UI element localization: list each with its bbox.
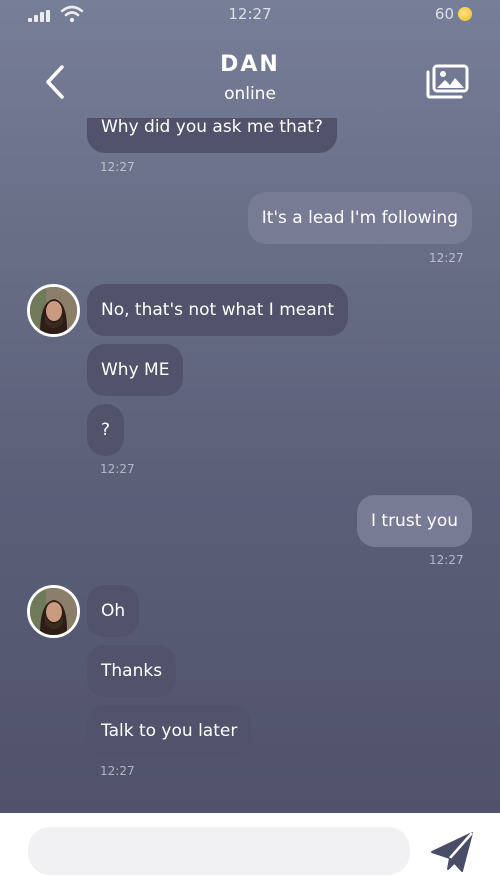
message-bubble-incoming: Oh xyxy=(87,585,140,637)
message-bubble-outgoing: I trust you xyxy=(356,495,472,547)
send-icon[interactable] xyxy=(430,831,474,873)
message-time: 12:27 xyxy=(100,764,135,778)
status-bar: 12:27 60 xyxy=(0,0,500,30)
message-input[interactable] xyxy=(28,827,410,875)
message-bubble-incoming: No, that's not what I meant xyxy=(87,284,349,336)
message-bubble-outgoing: It's a lead I'm following xyxy=(247,192,472,244)
chat-screen: 12:27 60 DAN online Why did you ask me t… xyxy=(0,0,500,889)
gallery-icon[interactable] xyxy=(424,64,470,100)
coin-icon xyxy=(458,7,472,21)
contact-avatar[interactable] xyxy=(27,284,80,337)
message-bubble-incoming: ? xyxy=(87,404,125,456)
message-bubble-incoming: Talk to you later xyxy=(87,705,252,757)
message-list[interactable]: Why did you ask me that? 12:27 It's a le… xyxy=(0,118,500,813)
contact-avatar[interactable] xyxy=(27,585,80,638)
message-bubble-incoming: Why did you ask me that? xyxy=(87,118,337,153)
composer-bar xyxy=(0,813,500,889)
message-bubble-incoming: Thanks xyxy=(87,645,177,697)
status-time: 12:27 xyxy=(228,5,272,23)
message-time: 12:27 xyxy=(100,462,135,476)
coin-count: 60 xyxy=(434,5,454,23)
message-bubble-incoming: Why ME xyxy=(87,344,184,396)
message-time: 12:27 xyxy=(429,251,464,265)
message-time: 12:27 xyxy=(100,160,135,174)
message-time: 12:27 xyxy=(429,553,464,567)
